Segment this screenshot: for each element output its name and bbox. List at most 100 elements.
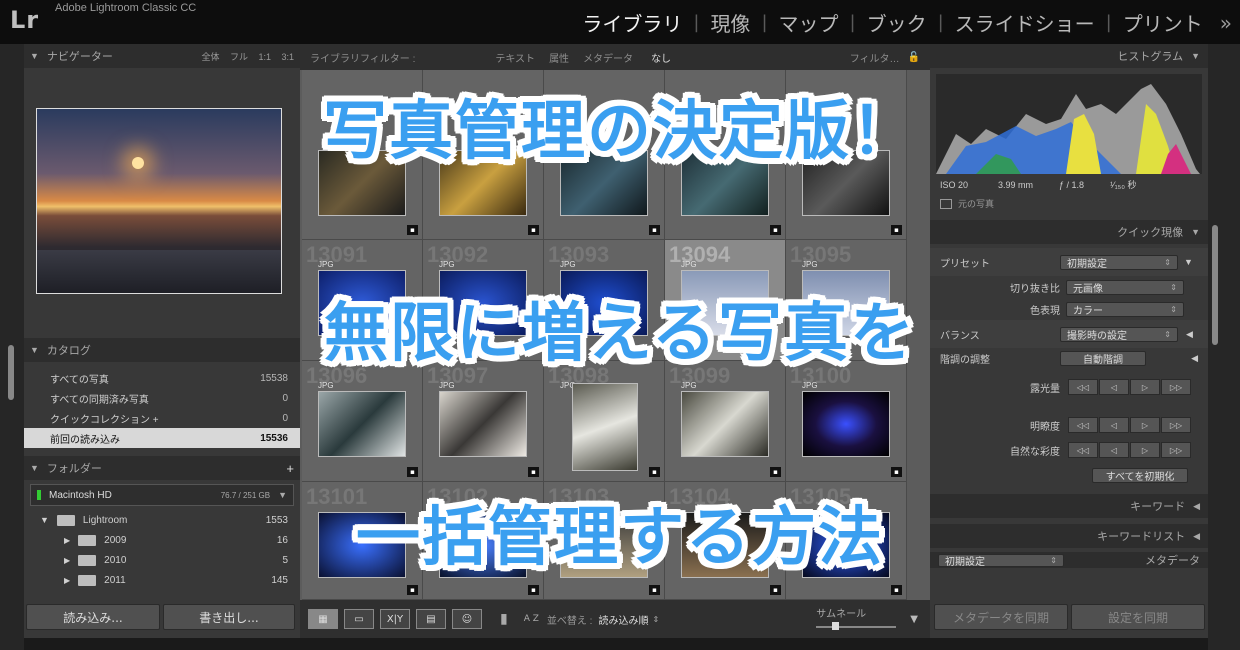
photo-thumbnail[interactable] xyxy=(318,391,406,457)
filter-preset[interactable]: フィルタ… xyxy=(850,50,900,65)
collapse-triangle-icon[interactable]: ▼ xyxy=(1191,227,1200,237)
comment-icon[interactable]: ▪ xyxy=(407,467,418,477)
original-photo-row[interactable]: 元の写真 xyxy=(930,195,1208,212)
filter-tab-metadata[interactable]: メタデータ xyxy=(583,50,633,65)
file-extension: JPG xyxy=(318,260,334,269)
folders-header[interactable]: ▼ フォルダー + xyxy=(24,456,300,480)
comment-icon[interactable]: ▪ xyxy=(407,585,418,595)
exif-shutter: ¹⁄₁₅₀ 秒 xyxy=(1110,180,1137,190)
sync-settings-button[interactable]: 設定を同期 xyxy=(1071,604,1205,630)
filter-tab-attribute[interactable]: 属性 xyxy=(549,50,569,65)
catalog-item-last-import[interactable]: 前回の読み込み 15536 xyxy=(24,428,300,448)
toolbar-menu-icon[interactable]: ▼ xyxy=(910,614,918,625)
filter-tab-none[interactable]: なし xyxy=(651,50,671,65)
comment-icon[interactable]: ▪ xyxy=(528,225,539,235)
comment-icon[interactable]: ▪ xyxy=(649,585,660,595)
module-develop[interactable]: 現像 xyxy=(699,8,761,37)
step-up-button[interactable]: ▷ xyxy=(1130,417,1160,433)
comment-icon[interactable]: ▪ xyxy=(770,585,781,595)
thumbnail-slider-thumb[interactable] xyxy=(832,622,840,630)
comment-icon[interactable]: ▪ xyxy=(649,467,660,477)
photo-thumbnail[interactable] xyxy=(802,391,890,457)
expand-triangle-icon[interactable]: ▼ xyxy=(1184,257,1193,267)
survey-view-icon[interactable]: ▤ xyxy=(416,609,446,629)
grid-cell[interactable]: 13098 JPG ▪ xyxy=(544,361,665,482)
module-slideshow[interactable]: スライドショー xyxy=(944,8,1106,37)
add-folder-icon[interactable]: + xyxy=(286,461,294,476)
comment-icon[interactable]: ▪ xyxy=(891,467,902,477)
collapse-triangle-icon[interactable]: ▼ xyxy=(30,463,39,473)
navigator-header[interactable]: ▼ ナビゲーター 全体 フル 1:1 3:1 xyxy=(24,44,300,68)
clarity-label: 明瞭度 xyxy=(1030,421,1060,433)
step-up-large-button[interactable]: ▷▷ xyxy=(1161,442,1191,458)
cell-number: 13092 xyxy=(427,242,489,267)
lock-icon[interactable]: 🔓 xyxy=(908,52,920,63)
comment-icon[interactable]: ▪ xyxy=(649,225,660,235)
comment-icon[interactable]: ▪ xyxy=(770,225,781,235)
zoom-options[interactable]: 全体 フル 1:1 3:1 xyxy=(201,50,294,63)
compare-view-icon[interactable]: X|Y xyxy=(380,609,410,629)
module-library[interactable]: ライブラリ xyxy=(571,8,693,37)
export-button[interactable]: 書き出し... xyxy=(163,604,295,630)
preset-dropdown[interactable]: 初期設定 ⇕ xyxy=(1060,254,1178,270)
catalog-item-synced[interactable]: すべての同期済み写真 0 xyxy=(24,388,300,408)
headline-line-3: 一括管理する方法 xyxy=(356,501,884,575)
grid-cell[interactable]: 13100 JPG ▪ xyxy=(786,361,907,482)
catalog-item-quick[interactable]: クイックコレクション + 0 xyxy=(24,408,300,428)
clarity-steps: ◁◁ ◁ ▷ ▷▷ xyxy=(1068,417,1192,433)
cell-number: 13094 xyxy=(669,242,731,267)
collapse-triangle-icon[interactable]: ▼ xyxy=(1191,51,1200,61)
comment-icon[interactable]: ▪ xyxy=(528,467,539,477)
photo-thumbnail[interactable] xyxy=(681,391,769,457)
step-down-button[interactable]: ◁ xyxy=(1099,379,1129,395)
step-down-large-button[interactable]: ◁◁ xyxy=(1068,442,1098,458)
step-down-large-button[interactable]: ◁◁ xyxy=(1068,379,1098,395)
sort-dropdown[interactable]: 読み込み順 xyxy=(598,612,648,627)
step-up-button[interactable]: ▷ xyxy=(1130,379,1160,395)
step-up-large-button[interactable]: ▷▷ xyxy=(1161,417,1191,433)
module-print[interactable]: プリント xyxy=(1112,8,1214,37)
module-book[interactable]: ブック xyxy=(856,8,938,37)
step-up-button[interactable]: ▷ xyxy=(1130,442,1160,458)
checkbox[interactable] xyxy=(940,198,952,209)
comment-icon[interactable]: ▪ xyxy=(891,585,902,595)
filter-tab-text[interactable]: テキスト xyxy=(495,50,535,65)
thumbnail-size: サムネール xyxy=(816,604,906,634)
step-up-large-button[interactable]: ▷▷ xyxy=(1161,379,1191,395)
grid-view-icon[interactable]: ▦ xyxy=(308,609,338,629)
grid-cell[interactable]: 13097 JPG ▪ xyxy=(423,361,544,482)
comment-icon[interactable]: ▪ xyxy=(770,467,781,477)
comment-icon[interactable]: ▪ xyxy=(891,225,902,235)
grid-cell[interactable]: 13096 JPG ▪ xyxy=(302,361,423,482)
people-view-icon[interactable]: ☺ xyxy=(452,609,482,629)
comment-icon[interactable]: ▪ xyxy=(528,585,539,595)
library-filter-bar: ライブラリフィルター : テキスト 属性 メタデータ なし フィルタ… 🔓 xyxy=(300,44,930,70)
catalog-item-count: 0 xyxy=(282,392,288,404)
step-down-large-button[interactable]: ◁◁ xyxy=(1068,417,1098,433)
comment-icon[interactable]: ▪ xyxy=(407,225,418,235)
photo-thumbnail[interactable] xyxy=(572,383,638,471)
import-button[interactable]: 読み込み... xyxy=(26,604,160,630)
loupe-view-icon[interactable]: ▭ xyxy=(344,609,374,629)
sort-dropdown-arrow-icon[interactable]: ⇕ xyxy=(652,615,659,624)
sort-direction-icon[interactable]: A Z xyxy=(524,614,539,624)
exposure-steps: ◁◁ ◁ ▷ ▷▷ xyxy=(1068,379,1192,395)
catalog-item-label: 前回の読み込み xyxy=(50,434,120,446)
spray-can-icon[interactable]: ▮ xyxy=(500,611,508,627)
quick-develop-header[interactable]: クイック現像 ▼ xyxy=(930,220,1208,244)
catalog-item-count: 15536 xyxy=(260,432,288,444)
grid-cell[interactable]: 13099 JPG ▪ xyxy=(665,361,786,482)
catalog-item-label: クイックコレクション + xyxy=(50,414,159,426)
sync-metadata-button[interactable]: メタデータを同期 xyxy=(934,604,1068,630)
headline-line-2: 無限に増える写真を xyxy=(323,297,917,371)
more-modules-icon[interactable]: » xyxy=(1214,11,1232,35)
histogram-header[interactable]: ヒストグラム ▼ xyxy=(930,44,1208,68)
step-down-button[interactable]: ◁ xyxy=(1099,442,1129,458)
thumbnail-slider-track[interactable] xyxy=(816,626,897,628)
module-map[interactable]: マップ xyxy=(768,8,850,37)
step-down-button[interactable]: ◁ xyxy=(1099,417,1129,433)
photo-thumbnail[interactable] xyxy=(439,391,527,457)
sort-label: 並べ替え : xyxy=(546,615,593,627)
collapse-triangle-icon[interactable]: ▼ xyxy=(30,51,39,61)
reset-all-button[interactable]: すべてを初期化 xyxy=(1092,467,1188,483)
